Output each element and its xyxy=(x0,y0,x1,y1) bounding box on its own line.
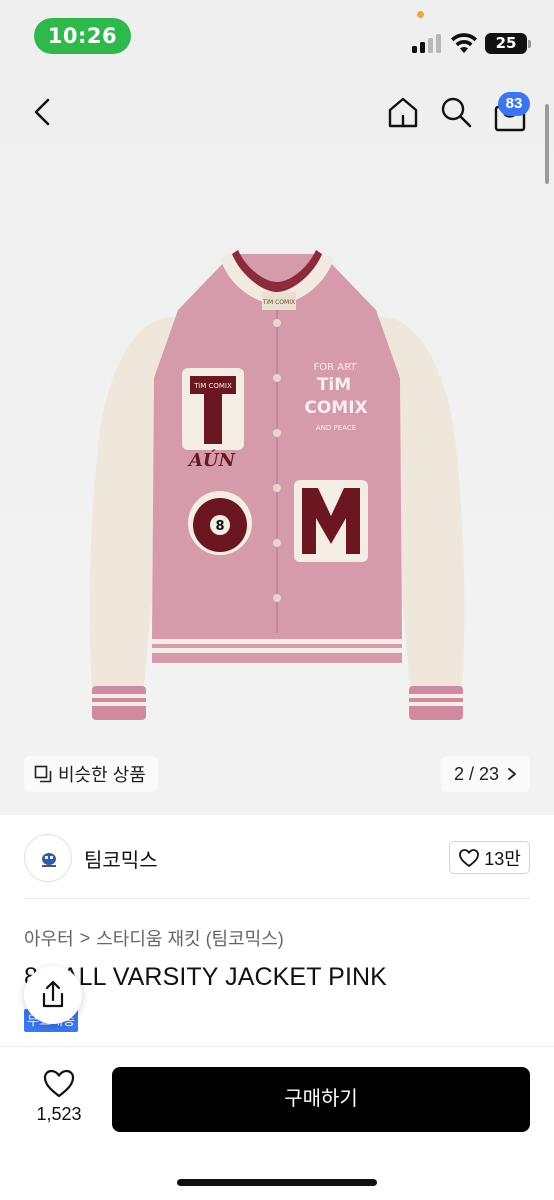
brand-like-count: 13만 xyxy=(484,848,521,869)
similar-products-button[interactable]: 비슷한 상품 xyxy=(24,756,158,792)
brand-mascot-icon xyxy=(42,853,56,867)
image-pager-count: 2 / 23 xyxy=(453,763,500,784)
chevron-right-icon xyxy=(508,768,516,780)
privacy-indicator-dot xyxy=(417,11,424,18)
patch-script-text: AÚN xyxy=(187,448,237,471)
status-bar: 10:26 25 xyxy=(0,0,554,78)
embroidery-bottom: AND PEACE xyxy=(316,424,356,432)
buy-button[interactable]: 구매하기 xyxy=(112,1067,530,1132)
patch-eight-ball-number: 8 xyxy=(215,519,224,534)
heart-outline-icon xyxy=(459,848,480,867)
section-divider xyxy=(24,898,530,899)
embroidery-mid2: COMIX xyxy=(304,398,367,418)
copy-squares-icon xyxy=(34,765,52,783)
page-scrollbar[interactable] xyxy=(545,104,549,184)
breadcrumb-subcategory[interactable]: 스타디움 재킷 (팀코믹스) xyxy=(96,925,284,951)
image-pager[interactable]: 2 / 23 xyxy=(441,756,530,792)
breadcrumb: 아우터 > 스타디움 재킷 (팀코믹스) xyxy=(24,925,284,951)
embroidery-top: FOR ART xyxy=(314,362,358,373)
share-button[interactable] xyxy=(24,966,82,1024)
heart-outline-icon xyxy=(43,1069,75,1098)
breadcrumb-category[interactable]: 아우터 xyxy=(24,925,74,951)
wishlist-count: 1,523 xyxy=(36,1104,82,1124)
home-icon[interactable] xyxy=(385,94,421,130)
embroidery-mid1: TiM xyxy=(317,375,351,395)
wishlist-button[interactable]: 1,523 xyxy=(28,1066,90,1130)
status-time: 10:26 xyxy=(34,18,131,54)
home-indicator[interactable] xyxy=(177,1179,377,1186)
brand-like-button[interactable]: 13만 xyxy=(449,841,530,874)
wifi-icon xyxy=(451,33,477,53)
search-icon[interactable] xyxy=(438,94,474,130)
product-image-jacket[interactable]: TiM COMIX TiM COMIX AÚN 8 FOR ART TiM CO… xyxy=(0,78,554,815)
battery-tip xyxy=(528,40,531,48)
patch-label-tim: TiM COMIX xyxy=(193,382,232,390)
cart-count-badge[interactable]: 83 xyxy=(498,92,530,116)
battery-level: 25 xyxy=(485,33,527,54)
brand-name[interactable]: 팀코믹스 xyxy=(84,844,158,873)
back-arrow-icon[interactable] xyxy=(26,95,60,129)
label-patch-text: TiM COMIX xyxy=(262,299,295,306)
share-icon xyxy=(42,980,64,1008)
similar-products-label: 비슷한 상품 xyxy=(58,765,146,785)
cellular-signal-icon xyxy=(412,33,444,53)
brand-logo[interactable] xyxy=(24,834,72,882)
breadcrumb-separator: > xyxy=(79,927,91,948)
